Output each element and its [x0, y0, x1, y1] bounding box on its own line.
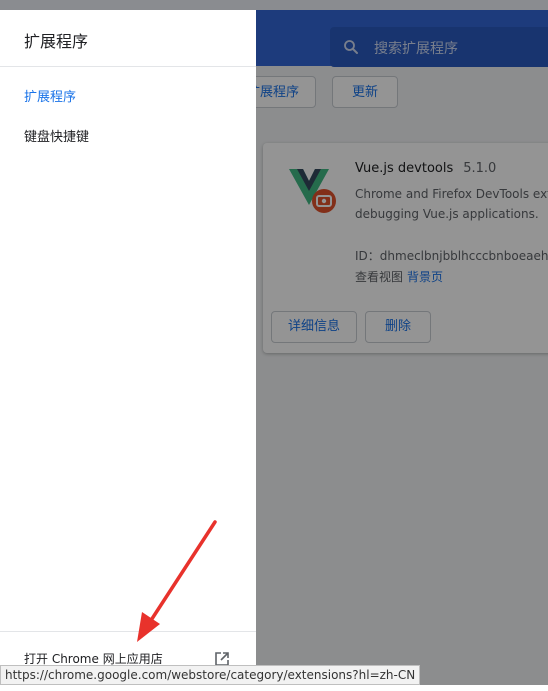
drawer-title: 扩展程序 [24, 32, 89, 51]
drawer-item-keyboard-shortcuts[interactable]: 键盘快捷键 [24, 126, 89, 145]
status-url-tooltip: https://chrome.google.com/webstore/categ… [0, 665, 421, 685]
drawer-item-extensions[interactable]: 扩展程序 [24, 86, 76, 105]
bottom-strip [0, 685, 548, 691]
side-drawer: 扩展程序 扩展程序 键盘快捷键 打开 Chrome 网上应用店 [0, 10, 256, 691]
drawer-bottom-divider [0, 631, 256, 632]
drawer-divider [0, 66, 256, 67]
extensions-page: 搜索扩展程序 扩展程序 更新 Vue.js devtools 5.1.0 Chro… [0, 0, 548, 691]
